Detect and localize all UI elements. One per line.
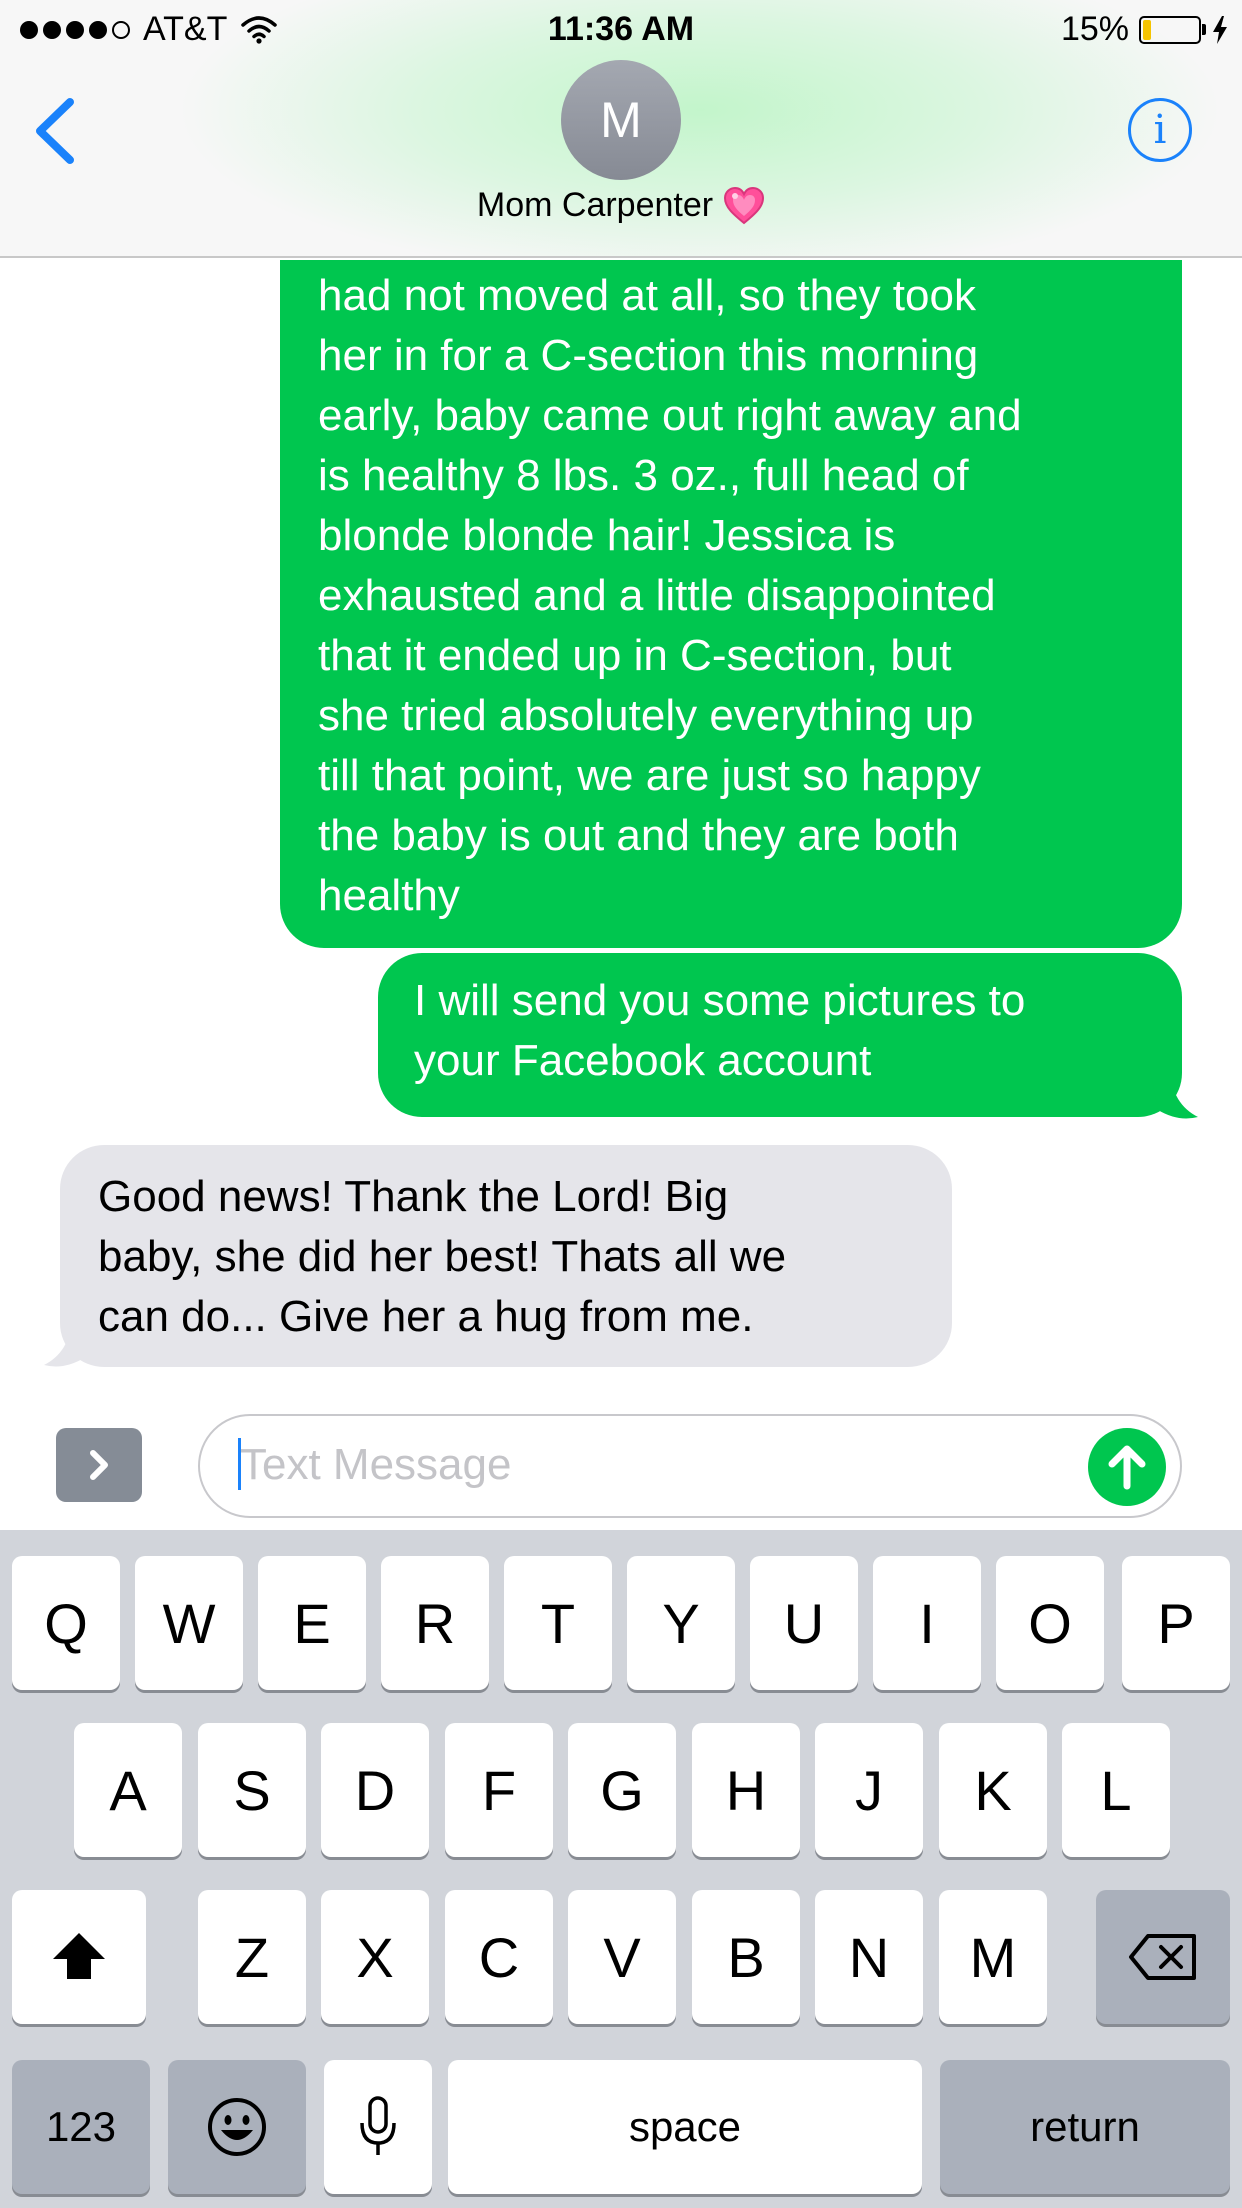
battery-level-fill [1143, 19, 1152, 40]
message-line: had not moved at all, so they took [318, 271, 976, 320]
message-line: the baby is out and they are both [318, 811, 959, 860]
key-n[interactable]: N [815, 1890, 923, 2024]
key-o[interactable]: O [996, 1556, 1104, 1690]
key-c[interactable]: C [445, 1890, 553, 2024]
message-line: exhausted and a little disappointed [318, 571, 996, 620]
return-key[interactable]: return [940, 2060, 1230, 2194]
contact-name-row[interactable]: Mom Carpenter [0, 186, 1242, 225]
key-w[interactable]: W [135, 1556, 243, 1690]
key-b[interactable]: B [692, 1890, 800, 2024]
info-icon[interactable]: i [1128, 98, 1192, 162]
message-input-placeholder: Text Message [240, 1440, 512, 1489]
status-time: 11:36 AM [547, 10, 695, 48]
key-u[interactable]: U [750, 1556, 858, 1690]
send-button[interactable] [1088, 1428, 1166, 1506]
key-s[interactable]: S [198, 1723, 306, 1857]
message-composer: Text Message [0, 1400, 1242, 1530]
message-line: Good news! Thank the Lord! Big [98, 1172, 729, 1221]
space-key[interactable]: space [448, 2060, 922, 2194]
message-line: your Facebook account [414, 1036, 872, 1085]
received-bubble-tail [44, 1318, 92, 1367]
message-line: she tried absolutely everything up [318, 691, 974, 740]
key-a[interactable]: A [74, 1723, 182, 1857]
expand-apps-icon [90, 1450, 108, 1480]
key-q[interactable]: Q [12, 1556, 120, 1690]
key-m[interactable]: M [939, 1890, 1047, 2024]
key-r[interactable]: R [381, 1556, 489, 1690]
key-t[interactable]: T [504, 1556, 612, 1690]
message-line: blonde blonde hair! Jessica is [318, 511, 896, 560]
expand-apps-button[interactable] [56, 1428, 142, 1502]
heart-emoji-icon [724, 186, 765, 224]
message-transcript[interactable]: had not moved at all, so they took her i… [0, 260, 1242, 1400]
battery-percent: 15% [1060, 10, 1129, 48]
dictation-key[interactable] [324, 2060, 432, 2194]
backspace-icon [1129, 1934, 1196, 1980]
sent-bubble-tail [1150, 1070, 1198, 1119]
key-v[interactable]: V [568, 1890, 676, 2024]
battery-cap [1202, 24, 1206, 35]
key-z[interactable]: Z [198, 1890, 306, 2024]
received-message-bubble[interactable]: Good news! Thank the Lord! Big baby, she… [60, 1145, 952, 1367]
contact-name: Mom Carpenter [476, 186, 714, 224]
microphone-icon [360, 2096, 396, 2155]
message-line: her in for a C-section this morning [318, 331, 979, 380]
shift-key[interactable] [12, 1890, 146, 2024]
key-h[interactable]: H [692, 1723, 800, 1857]
key-j[interactable]: J [815, 1723, 923, 1857]
message-line: baby, she did her best! Thats all we [98, 1232, 787, 1281]
keyboard: Q W E R T Y U I O P A S D F G H J K L Z … [0, 1530, 1242, 2208]
key-l[interactable]: L [1062, 1723, 1170, 1857]
key-x[interactable]: X [321, 1890, 429, 2024]
backspace-key[interactable] [1096, 1890, 1230, 2024]
emoji-key[interactable] [168, 2060, 306, 2194]
message-line: can do... Give her a hug from me. [98, 1292, 754, 1341]
contact-avatar[interactable]: M [561, 60, 681, 180]
key-y[interactable]: Y [627, 1556, 735, 1690]
battery-status: 15% [1061, 10, 1228, 49]
message-text: had not moved at all, so they took her i… [318, 266, 1148, 926]
sent-message-bubble[interactable]: I will send you some pictures to your Fa… [378, 953, 1182, 1117]
status-bar: AT&T 11:36 AM 15% [0, 0, 1242, 60]
battery-icon [1139, 15, 1201, 44]
key-i[interactable]: I [873, 1556, 981, 1690]
emoji-icon [208, 2098, 266, 2156]
text-cursor [238, 1438, 241, 1490]
charging-bolt-icon [1213, 15, 1227, 44]
key-k[interactable]: K [939, 1723, 1047, 1857]
sent-message-bubble[interactable]: had not moved at all, so they took her i… [280, 260, 1182, 948]
key-e[interactable]: E [258, 1556, 366, 1690]
send-arrow-icon [1108, 1445, 1146, 1490]
message-line: I will send you some pictures to [414, 976, 1026, 1025]
key-d[interactable]: D [321, 1723, 429, 1857]
message-text-input[interactable]: Text Message [198, 1414, 1182, 1518]
back-chevron-icon[interactable] [30, 96, 80, 166]
key-f[interactable]: F [445, 1723, 553, 1857]
message-line: early, baby came out right away and [318, 391, 1022, 440]
key-g[interactable]: G [568, 1723, 676, 1857]
message-line: healthy [318, 871, 460, 920]
key-p[interactable]: P [1122, 1556, 1230, 1690]
message-line: is healthy 8 lbs. 3 oz., full head of [318, 451, 969, 500]
message-line: till that point, we are just so happy [318, 751, 981, 800]
numbers-key[interactable]: 123 [12, 2060, 150, 2194]
shift-icon [53, 1933, 105, 1979]
message-line: that it ended up in C-section, but [318, 631, 952, 680]
